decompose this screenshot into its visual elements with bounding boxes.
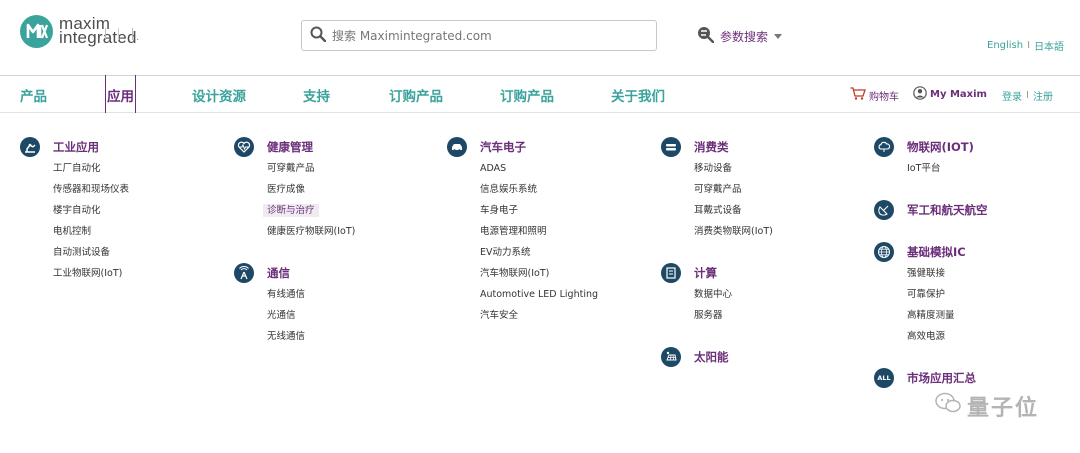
category-title[interactable]: 汽车电子: [480, 139, 526, 155]
category-link[interactable]: 汽车物联网(IoT): [480, 263, 598, 284]
maxim-logo-mark: [20, 14, 53, 48]
category-link[interactable]: 楼宇自动化: [53, 200, 129, 221]
language-japanese-link[interactable]: 日本語: [1034, 38, 1064, 53]
category-link[interactable]: 电源管理和照明: [480, 221, 598, 242]
watermark-text: 量子位: [967, 396, 1040, 421]
category-consumer: 消费类 移动设备 可穿戴产品 耳戴式设备 消费类物联网(IoT): [661, 136, 773, 242]
parametric-search-dropdown[interactable]: 参数搜索: [697, 26, 783, 46]
nav-applications[interactable]: 应用: [105, 75, 136, 113]
search-input[interactable]: [332, 28, 632, 43]
category-link[interactable]: Automotive LED Lighting: [480, 284, 598, 305]
watermark: 量子位: [935, 390, 1039, 422]
category-title[interactable]: 军工和航天航空: [907, 202, 988, 218]
nav-products[interactable]: 产品: [20, 85, 47, 105]
category-title[interactable]: 物联网(IOT): [907, 139, 974, 155]
category-link[interactable]: 高效电源: [907, 326, 966, 347]
category-title[interactable]: 市场应用汇总: [907, 370, 976, 386]
category-link[interactable]: 耳戴式设备: [694, 200, 773, 221]
category-healthcare: 健康管理 可穿戴产品 医疗成像 诊断与治疗 健康医疗物联网(IoT): [234, 136, 355, 242]
nav-active-indicator: [105, 28, 133, 40]
category-title[interactable]: 计算: [694, 265, 717, 281]
category-link[interactable]: 健康医疗物联网(IoT): [267, 221, 355, 242]
category-title[interactable]: 健康管理: [267, 139, 313, 155]
category-title[interactable]: 通信: [267, 265, 290, 281]
category-link[interactable]: 车身电子: [480, 200, 598, 221]
antenna-tower-icon: [234, 263, 254, 283]
category-link[interactable]: IoT平台: [907, 158, 974, 179]
wechat-bubble-icon: [935, 392, 961, 420]
category-link[interactable]: 传感器和现场仪表: [53, 179, 129, 200]
globe-grid-icon: [874, 242, 894, 262]
category-link[interactable]: 有线通信: [267, 284, 305, 305]
chevron-down-icon: [774, 33, 783, 39]
category-link[interactable]: 可靠保护: [907, 284, 966, 305]
my-maxim-label: My Maxim: [930, 89, 987, 100]
car-icon: [447, 137, 467, 157]
category-automotive: 汽车电子 ADAS 信息娱乐系统 车身电子 电源管理和照明 EV动力系统 汽车物…: [447, 136, 598, 326]
category-link[interactable]: 移动设备: [694, 158, 773, 179]
my-maxim-link[interactable]: My Maxim: [913, 86, 987, 103]
main-nav: 产品 应用 设计资源 支持 订购产品 订购产品 关于我们 购物车 My Maxi…: [0, 75, 1080, 113]
category-link[interactable]: 数据中心: [694, 284, 732, 305]
category-title[interactable]: 工业应用: [53, 139, 99, 155]
game-controller-icon: [661, 137, 681, 157]
language-english-link[interactable]: English: [987, 40, 1023, 51]
category-communications: 通信 有线通信 光通信 无线通信: [234, 262, 305, 347]
category-link[interactable]: 高精度测量: [907, 305, 966, 326]
category-title[interactable]: 太阳能: [694, 349, 729, 365]
category-link[interactable]: 服务器: [694, 305, 732, 326]
category-link[interactable]: 汽车安全: [480, 305, 598, 326]
site-search-box[interactable]: [301, 20, 657, 51]
category-link[interactable]: 工厂自动化: [53, 158, 129, 179]
industrial-robot-arm-icon: [20, 137, 40, 157]
category-link[interactable]: 信息娱乐系统: [480, 179, 598, 200]
parametric-search-icon: [697, 26, 715, 46]
search-icon[interactable]: [310, 26, 327, 46]
register-link[interactable]: 注册: [1033, 88, 1053, 103]
login-link[interactable]: 登录: [1002, 88, 1022, 103]
nav-about-us[interactable]: 关于我们: [611, 85, 665, 105]
nav-design-resources[interactable]: 设计资源: [192, 85, 246, 105]
parametric-search-label: 参数搜索: [720, 29, 769, 44]
category-link[interactable]: ADAS: [480, 158, 598, 179]
category-link[interactable]: 电机控制: [53, 221, 129, 242]
category-title[interactable]: 消费类: [694, 139, 729, 155]
category-solar: 太阳能: [661, 346, 729, 368]
category-link[interactable]: EV动力系统: [480, 242, 598, 263]
category-link[interactable]: 光通信: [267, 305, 305, 326]
category-all: ALL 市场应用汇总: [874, 367, 976, 389]
cloud-icon: [874, 137, 894, 157]
category-industrial: 工业应用 工厂自动化 传感器和现场仪表 楼宇自动化 电机控制 自动测试设备 工业…: [20, 136, 129, 284]
server-icon: [661, 263, 681, 283]
nav-order-products[interactable]: 订购产品: [389, 85, 443, 105]
category-aerospace: 军工和航天航空: [874, 199, 988, 221]
category-link-highlighted[interactable]: 诊断与治疗: [263, 200, 355, 221]
user-icon: [913, 86, 927, 103]
category-iot: 物联网(IOT) IoT平台: [874, 136, 974, 179]
shopping-cart-icon: [850, 87, 866, 103]
cart-link[interactable]: 购物车: [850, 87, 899, 103]
category-link[interactable]: 无线通信: [267, 326, 305, 347]
nav-support[interactable]: 支持: [303, 85, 330, 105]
category-link[interactable]: 医疗成像: [267, 179, 355, 200]
auth-links: 登录 I 注册: [1002, 88, 1053, 103]
heartbeat-icon: [234, 137, 254, 157]
category-link[interactable]: 工业物联网(IoT): [53, 263, 129, 284]
cart-label: 购物车: [869, 91, 899, 103]
solar-panel-icon: [661, 347, 681, 367]
category-link[interactable]: 消费类物联网(IoT): [694, 221, 773, 242]
category-computing: 计算 数据中心 服务器: [661, 262, 732, 326]
category-title[interactable]: 基础模拟IC: [907, 244, 966, 260]
language-switcher: English I 日本語: [987, 38, 1065, 53]
satellite-icon: [874, 200, 894, 220]
category-analog: 基础模拟IC 强健联接 可靠保护 高精度测量 高效电源: [874, 241, 966, 347]
category-link[interactable]: 可穿戴产品: [694, 179, 773, 200]
all-applications-icon: ALL: [874, 368, 894, 388]
category-link[interactable]: 自动测试设备: [53, 242, 129, 263]
category-link[interactable]: 可穿戴产品: [267, 158, 355, 179]
category-link[interactable]: 强健联接: [907, 263, 966, 284]
nav-order-products-2[interactable]: 订购产品: [500, 85, 554, 105]
